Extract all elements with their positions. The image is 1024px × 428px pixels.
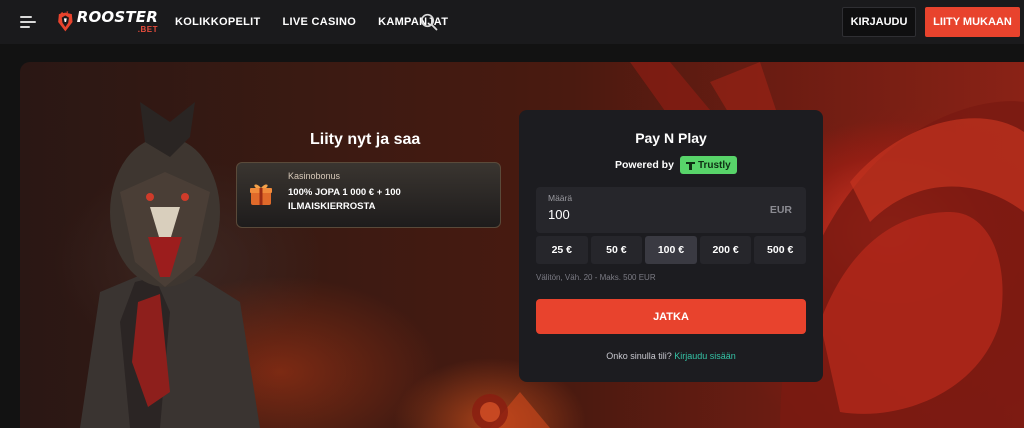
casino-bonus-card: Kasinobonus 100% JOPA 1 000 € + 100 ILMA… [236,162,501,228]
continue-button[interactable]: JATKA [536,299,806,334]
panel-title: Pay N Play [635,130,707,146]
logo-suffix: .BET [137,25,158,34]
rooster-logo-icon [58,11,73,32]
top-navigation-bar: ROOSTER .BET KOLIKKOPELIT LIVE CASINO KA… [0,0,1024,44]
preset-500-button[interactable]: 500 € [754,236,806,264]
amount-label: Määrä [548,193,573,203]
powered-by-label: Powered by [615,159,674,171]
login-prompt: Onko sinulla tili? Kirjaudu sisään [519,351,823,361]
currency-label: EUR [769,204,792,216]
deposit-range-note: Välitön, Väh. 20 - Maks. 500 EUR [536,273,656,282]
hero-title: Liity nyt ja saa [310,131,421,148]
nav-live-casino[interactable]: LIVE CASINO [283,16,357,28]
preset-200-button[interactable]: 200 € [699,236,752,264]
bonus-offer-text: 100% JOPA 1 000 € + 100 ILMAISKIERROSTA [288,187,401,212]
preset-25-button[interactable]: 25 € [536,236,588,264]
nav-slots[interactable]: KOLIKKOPELIT [175,16,261,28]
login-link[interactable]: Kirjaudu sisään [674,351,736,361]
site-logo[interactable]: ROOSTER .BET [56,6,158,38]
account-question: Onko sinulla tili? [606,351,672,361]
main-nav: KOLIKKOPELIT LIVE CASINO KAMPANJAT [175,0,448,44]
pay-n-play-panel: Pay N Play Powered by Trustly Määrä 100 … [519,110,823,382]
hamburger-menu-icon[interactable] [20,14,38,30]
logo-wordmark: ROOSTER [76,8,158,26]
login-button[interactable]: KIRJAUDU [842,7,916,37]
powered-by: Powered by Trustly [615,156,737,174]
preset-100-button[interactable]: 100 € [645,236,697,264]
trustly-badge: Trustly [679,156,737,174]
preset-50-button[interactable]: 50 € [590,236,643,264]
trustly-logo-icon [685,161,695,170]
join-button[interactable]: LIITY MUKAAN [925,7,1020,37]
trustly-label: Trustly [697,159,731,171]
amount-presets: 25 € 50 € 100 € 200 € 500 € [536,236,806,264]
search-icon[interactable] [420,13,438,31]
bonus-label: Kasinobonus [288,171,341,181]
amount-input[interactable]: Määrä 100 EUR [536,187,806,233]
amount-value[interactable]: 100 [548,207,570,222]
gift-box-icon [250,184,272,205]
